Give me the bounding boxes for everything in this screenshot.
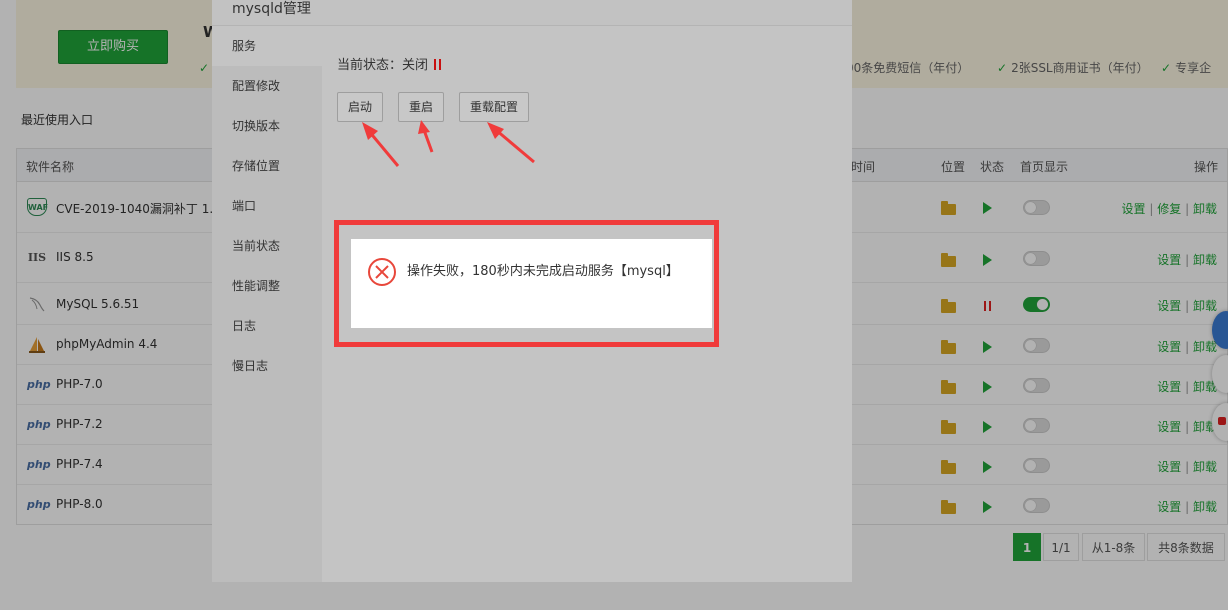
sidebar-item-port[interactable]: 端口 (212, 186, 322, 226)
stopped-pause-icon (434, 59, 442, 70)
start-button[interactable]: 启动 (337, 92, 383, 122)
sidebar-item-slow-log[interactable]: 慢日志 (212, 346, 322, 386)
sidebar-item-performance[interactable]: 性能调整 (212, 266, 322, 306)
sidebar-item-config[interactable]: 配置修改 (212, 66, 322, 106)
sidebar-item-version[interactable]: 切换版本 (212, 106, 322, 146)
error-message: 操作失败，180秒内未完成启动服务【mysql】 (351, 239, 712, 328)
dialog-header: mysqld管理 (212, 0, 852, 26)
sidebar-item-service[interactable]: 服务 (212, 26, 322, 66)
restart-button[interactable]: 重启 (398, 92, 444, 122)
sidebar-item-status[interactable]: 当前状态 (212, 226, 322, 266)
dialog-title: mysqld管理 (232, 1, 311, 17)
sidebar-item-storage[interactable]: 存储位置 (212, 146, 322, 186)
service-status: 当前状态：关闭 (337, 54, 442, 73)
sidebar-item-log[interactable]: 日志 (212, 306, 322, 346)
dialog-sidebar: 服务 配置修改 切换版本 存储位置 端口 当前状态 性能调整 日志 慢日志 (212, 26, 322, 582)
reload-config-button[interactable]: 重载配置 (459, 92, 529, 122)
error-message-text: 操作失败，180秒内未完成启动服务【mysql】 (407, 264, 679, 279)
error-circle-x-icon (368, 258, 396, 286)
